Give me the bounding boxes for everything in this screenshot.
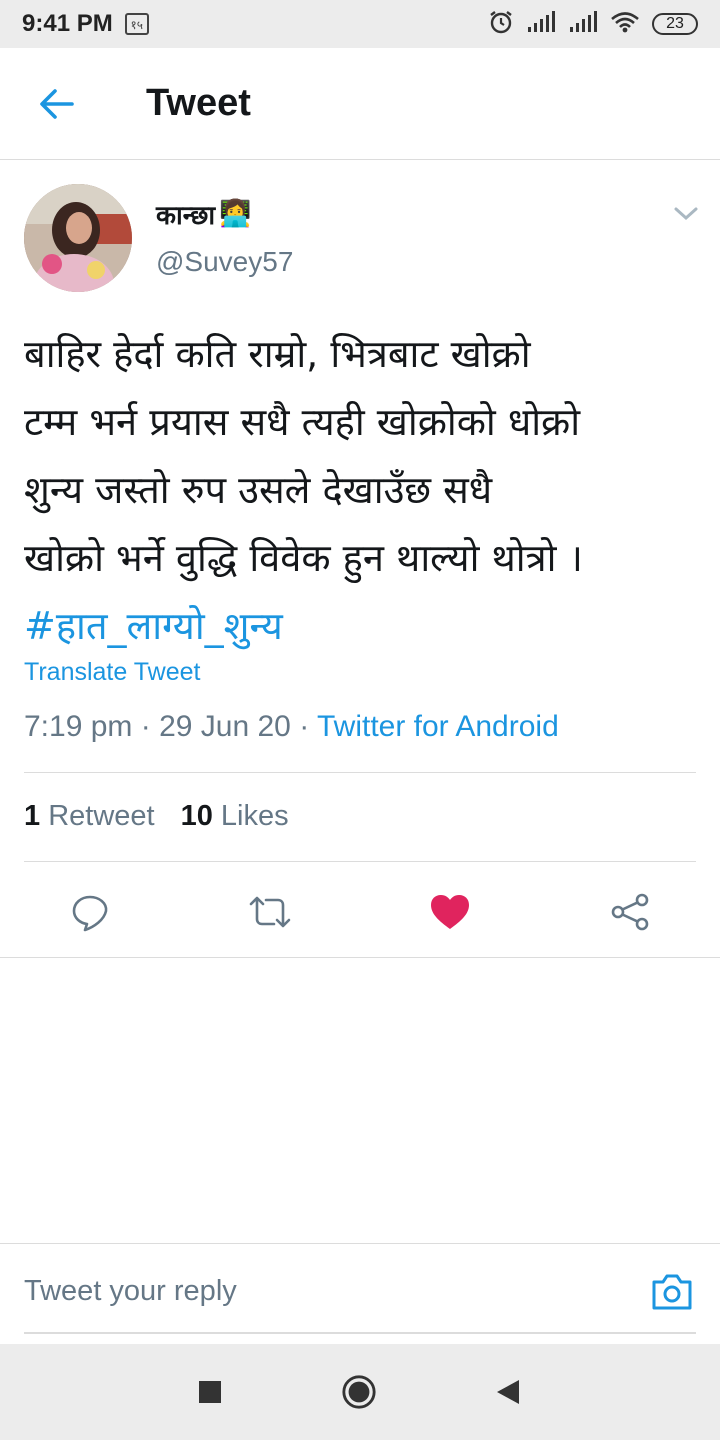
translate-tweet-link[interactable]: Translate Tweet bbox=[24, 658, 200, 687]
meta-separator: · bbox=[132, 710, 160, 743]
status-icons: 23 bbox=[488, 9, 698, 39]
like-label: Likes bbox=[220, 800, 289, 832]
tweet-actions bbox=[0, 868, 720, 958]
tweet-text: बाहिर हेर्दा कति राम्रो, भित्रबाट खोक्रो… bbox=[24, 320, 704, 660]
status-bar: 9:41 PM १५ 23 bbox=[0, 0, 720, 48]
reply-button[interactable] bbox=[66, 888, 114, 936]
home-circle-icon bbox=[342, 1375, 376, 1409]
avatar[interactable] bbox=[24, 184, 132, 292]
reply-input[interactable]: Tweet your reply bbox=[24, 1275, 237, 1308]
hashtag-link[interactable]: #हात_लाग्यो_शुन्य bbox=[24, 592, 704, 660]
author-handle[interactable]: @Suvey57 bbox=[156, 246, 293, 278]
like-button[interactable] bbox=[426, 888, 474, 936]
tweet-text-line: खोक्रो भर्ने वुद्धि विवेक हुन थाल्यो थोत… bbox=[24, 536, 583, 580]
retweet-label: Retweet bbox=[48, 800, 155, 832]
author-name[interactable]: कान्छा 👩‍💻 bbox=[156, 196, 251, 232]
alarm-icon bbox=[488, 9, 514, 39]
camera-icon bbox=[652, 1274, 692, 1310]
chevron-down-icon bbox=[674, 207, 698, 221]
back-button[interactable] bbox=[34, 84, 78, 124]
system-nav-bar bbox=[0, 1344, 720, 1440]
divider bbox=[24, 861, 696, 862]
tweet-source-link[interactable]: Twitter for Android bbox=[317, 710, 559, 743]
like-count: 10 bbox=[180, 800, 213, 832]
page-title: Tweet bbox=[146, 82, 251, 124]
like-stat[interactable]: 10 Likes bbox=[181, 800, 289, 833]
retweet-icon bbox=[249, 896, 291, 928]
more-options-button[interactable] bbox=[670, 200, 702, 228]
signal-icon bbox=[526, 11, 556, 37]
divider bbox=[24, 772, 696, 773]
tweet-text-line: बाहिर हेर्दा कति राम्रो, भित्रबाट खोक्रो bbox=[24, 332, 531, 376]
notification-icon: १५ bbox=[124, 13, 149, 35]
retweet-button[interactable] bbox=[246, 888, 294, 936]
author-emoji: 👩‍💻 bbox=[219, 199, 252, 229]
tweet-meta: 7:19 pm · 29 Jun 20 · Twitter for Androi… bbox=[24, 710, 559, 744]
signal-icon bbox=[568, 11, 598, 37]
back-triangle-icon bbox=[497, 1380, 519, 1404]
square-icon bbox=[199, 1381, 221, 1403]
battery-icon: 23 bbox=[652, 13, 698, 35]
share-icon bbox=[611, 893, 649, 931]
status-time: 9:41 PM bbox=[22, 10, 113, 37]
wifi-icon bbox=[610, 11, 640, 37]
back-nav-button[interactable] bbox=[490, 1374, 526, 1410]
reply-underline bbox=[24, 1332, 696, 1334]
tweet-time: 7:19 pm bbox=[24, 710, 133, 743]
app-header: Tweet bbox=[0, 48, 720, 160]
camera-button[interactable] bbox=[650, 1272, 694, 1312]
recents-button[interactable] bbox=[192, 1374, 228, 1410]
reply-icon bbox=[72, 895, 108, 932]
tweet-date: 29 Jun 20 bbox=[159, 710, 291, 743]
home-button[interactable] bbox=[341, 1374, 377, 1410]
back-arrow-icon bbox=[40, 89, 74, 119]
author-name-text: कान्छा bbox=[156, 201, 216, 231]
tweet-stats: 1 Retweet 10 Likes bbox=[24, 800, 289, 833]
tweet-text-line: टम्म भर्न प्रयास सधै त्यही खोक्रोको धोक्… bbox=[24, 400, 581, 444]
share-button[interactable] bbox=[606, 888, 654, 936]
retweet-stat[interactable]: 1 Retweet bbox=[24, 800, 155, 833]
meta-separator: · bbox=[290, 710, 317, 743]
like-icon bbox=[431, 895, 469, 929]
retweet-count: 1 bbox=[24, 800, 41, 832]
tweet-text-line: शुन्य जस्तो रुप उसले देखाउँछ सधै bbox=[24, 468, 493, 512]
